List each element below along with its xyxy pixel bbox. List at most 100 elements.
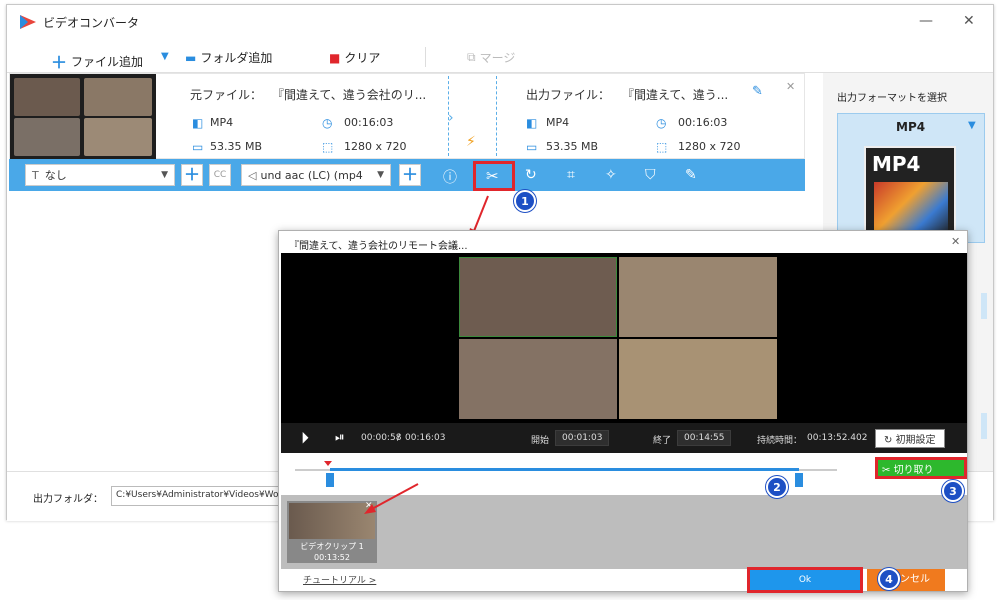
dialog-close-icon[interactable]: ✕ (951, 235, 960, 248)
merge-button[interactable]: ⧉ マージ (467, 49, 515, 66)
audio-track-value: und aac (LC) (mp4 (260, 168, 363, 182)
rotate-icon[interactable]: ↻ (525, 167, 537, 183)
subtitle-value: なし (44, 169, 67, 182)
file-size-icon: ▭ (192, 140, 204, 154)
clip-name: ビデオクリップ 1 (300, 542, 364, 551)
duration-label: 持続時間： (757, 436, 803, 446)
source-duration: 00:16:03 (344, 116, 394, 129)
audio-track-select[interactable]: ◁ und aac (LC) (mp4 ▼ (241, 164, 391, 186)
reset-icon: ↻ (884, 435, 896, 446)
output-duration: 00:16:03 (678, 116, 728, 129)
app-logo-icon (20, 15, 36, 29)
chevron-down-icon: ▼ (161, 170, 168, 180)
trim-start-handle[interactable] (326, 473, 335, 487)
source-resolution: 1280 x 720 (344, 140, 407, 153)
source-format: MP4 (210, 116, 234, 129)
source-file-name: 『間違えて、違う会社のリ... (272, 88, 427, 102)
video-preview (281, 253, 967, 423)
video-tile (459, 339, 617, 419)
step-badge-3: 3 (942, 480, 964, 502)
start-label: 開始 (531, 436, 550, 446)
clear-button[interactable]: ■ クリア (329, 49, 380, 66)
start-time-input[interactable]: 00:01:03 (555, 430, 610, 446)
add-file-label: ファイル追加 (71, 54, 144, 69)
dialog-title: 『間違えて、違う会社のリモート会議... (289, 241, 468, 252)
main-toolbar: ＋ ファイル追加 ▼ ▬ フォルダ追加 ■ クリア ⧉ マージ (7, 41, 993, 73)
time-separator: / (397, 433, 401, 443)
cut-tool-button[interactable]: ✂ (473, 161, 515, 191)
source-size: 53.35 MB (210, 140, 263, 153)
mp4-logo-text: MP4 (872, 152, 921, 176)
lightning-icon: ⚡ (466, 134, 476, 150)
end-label: 終了 (653, 436, 672, 446)
mp4-format-icon: MP4 (864, 146, 956, 242)
side-tab[interactable] (981, 413, 987, 439)
trim-selection (330, 468, 800, 471)
output-format: MP4 (546, 116, 570, 129)
add-file-dropdown-icon[interactable]: ▼ (161, 51, 169, 62)
clip-duration: 00:13:52 (314, 553, 350, 562)
video-format-icon: ◧ (192, 116, 204, 130)
video-tile (619, 257, 777, 337)
subtitle-edit-icon[interactable]: ✎ (685, 167, 697, 183)
minimize-button[interactable]: — (919, 13, 933, 29)
dialog-footer: チュートリアル > (281, 569, 967, 591)
resolution-icon: ⬚ (322, 140, 334, 154)
info-icon[interactable]: ⓘ (443, 167, 457, 187)
subtitle-select[interactable]: T なし ▼ (25, 164, 175, 186)
output-format-heading: 出力フォーマットを選択 (837, 93, 947, 104)
next-frame-icon[interactable]: ⏯ (335, 430, 345, 445)
tutorial-link[interactable]: チュートリアル > (303, 573, 376, 586)
speaker-icon: ◁ (248, 168, 257, 182)
side-tab[interactable] (981, 293, 987, 319)
source-file-label: 元ファイル： (190, 88, 263, 102)
cut-button[interactable]: ✂ 切り取り (875, 457, 967, 479)
trash-icon: ■ (329, 50, 341, 65)
annotation-arrow (364, 483, 419, 514)
step-badge-4: 4 (878, 568, 900, 590)
merge-label: マージ (479, 51, 516, 65)
clear-label: クリア (344, 51, 381, 65)
end-time-input[interactable]: 00:14:55 (677, 430, 732, 446)
reset-label: 初期設定 (895, 435, 936, 446)
format-card[interactable]: MP4 ▼ MP4 (837, 113, 985, 243)
clock-icon: ◷ (656, 116, 667, 130)
video-tile (459, 257, 617, 337)
scissors-icon: ✂ (882, 465, 894, 476)
trim-end-handle[interactable] (795, 473, 804, 487)
edit-pencil-icon[interactable]: ✎ (752, 84, 763, 99)
format-card-label: MP4 (896, 120, 926, 134)
reset-button[interactable]: ↻ 初期設定 (875, 429, 945, 448)
chevron-down-icon: ▼ (377, 170, 384, 180)
play-icon[interactable]: ⏵ (301, 428, 309, 448)
effects-wand-icon[interactable]: ✧ (605, 167, 617, 183)
file-row[interactable]: 元ファイル： 『間違えて、違う会社のリ... ◧ MP4 ◷ 00:16:03 … (9, 73, 805, 160)
add-folder-button[interactable]: ▬ フォルダ追加 (185, 49, 272, 66)
output-resolution: 1280 x 720 (678, 140, 741, 153)
arrow-right-icon: › (448, 110, 454, 126)
merge-icon: ⧉ (467, 50, 476, 64)
output-folder-input[interactable]: C:¥Users¥Administrator¥Videos¥Wonde (111, 486, 281, 506)
title-bar: ビデオコンバータ — ✕ (7, 5, 993, 39)
add-subtitle-button[interactable]: ＋ (181, 164, 203, 186)
add-folder-label: フォルダ追加 (200, 51, 273, 65)
add-file-button[interactable]: ＋ ファイル追加 (51, 49, 143, 73)
scissors-icon: ✂ (486, 167, 499, 185)
video-tile (619, 339, 777, 419)
divider-right (496, 76, 497, 156)
remove-file-icon[interactable]: ✕ (786, 80, 795, 93)
total-time: 00:16:03 (405, 433, 446, 443)
text-icon: T (32, 168, 39, 182)
trim-dialog: 『間違えて、違う会社のリモート会議... ✕ ⏵ ⏯ 00:00:58 / 00… (278, 230, 968, 593)
trim-track[interactable] (295, 461, 837, 487)
ok-button[interactable]: Ok (747, 567, 863, 593)
duration-value: 00:13:52.402 (807, 433, 868, 443)
cc-icon[interactable]: CC (209, 164, 231, 186)
add-audio-button[interactable]: ＋ (399, 164, 421, 186)
crop-icon[interactable]: ⌗ (567, 167, 575, 183)
step-badge-2: 2 (766, 476, 788, 498)
video-thumbnail[interactable] (10, 74, 156, 160)
close-window-button[interactable]: ✕ (963, 13, 975, 29)
playhead-marker[interactable] (323, 461, 332, 466)
watermark-stamp-icon[interactable]: ⛉ (645, 167, 656, 183)
